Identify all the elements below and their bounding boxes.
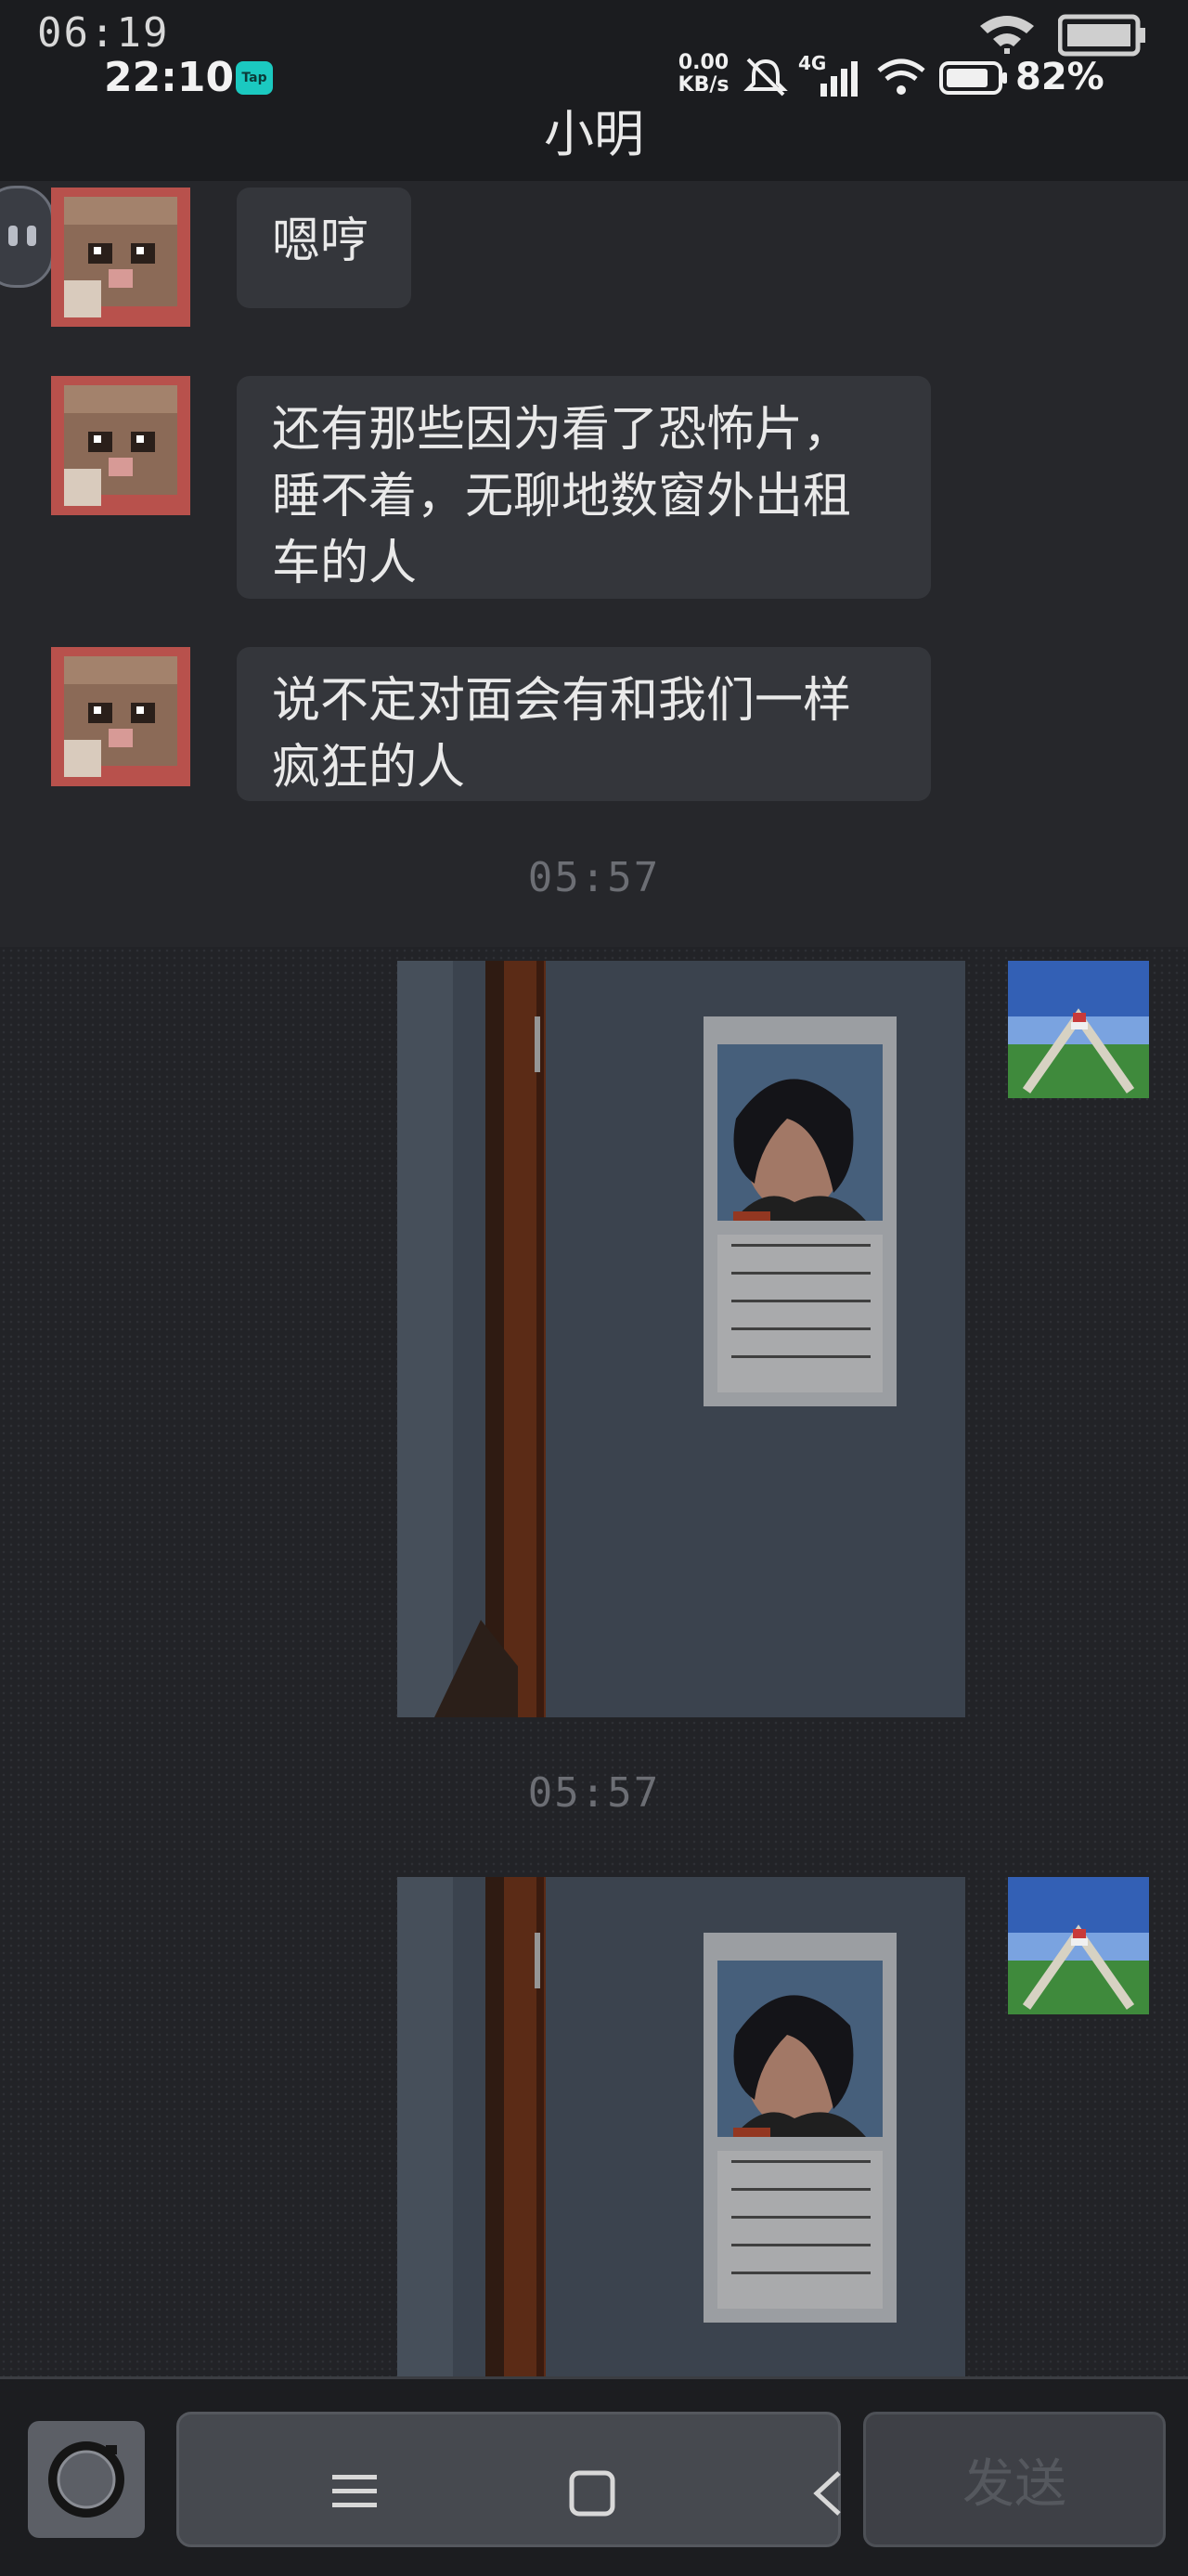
tap-app-icon: Tap bbox=[236, 61, 273, 95]
camera-icon bbox=[48, 2441, 124, 2518]
incoming-message: 还有那些因为看了恐怖片，睡不着，无聊地数窗外出租车的人 bbox=[237, 376, 931, 599]
network-speed: 0.00 KB/s bbox=[678, 51, 730, 97]
contact-avatar[interactable] bbox=[51, 647, 190, 786]
back-icon[interactable] bbox=[809, 2469, 846, 2518]
game-battery-icon bbox=[1058, 14, 1145, 57]
message-input[interactable] bbox=[176, 2412, 841, 2547]
timestamp: 05:57 bbox=[527, 1769, 661, 1817]
contact-avatar[interactable] bbox=[51, 188, 190, 327]
my-avatar[interactable] bbox=[1008, 961, 1149, 1098]
wifi-icon bbox=[877, 58, 925, 95]
sent-photo[interactable] bbox=[397, 961, 965, 1717]
my-avatar[interactable] bbox=[1008, 1877, 1149, 2014]
incoming-message: 说不定对面会有和我们一样疯狂的人 bbox=[237, 647, 931, 801]
camera-button[interactable] bbox=[28, 2421, 145, 2538]
incoming-message: 嗯哼 bbox=[237, 188, 411, 308]
battery-icon bbox=[939, 61, 1007, 95]
sent-photo[interactable] bbox=[397, 1877, 965, 2376]
game-wifi-icon bbox=[980, 16, 1034, 54]
home-icon[interactable] bbox=[568, 2469, 616, 2518]
timestamp: 05:57 bbox=[527, 854, 661, 901]
contact-avatar[interactable] bbox=[51, 376, 190, 515]
assistant-icon[interactable] bbox=[0, 186, 54, 288]
menu-icon[interactable] bbox=[330, 2469, 379, 2514]
game-clock: 06:19 bbox=[37, 9, 170, 57]
chat-title: 小明 bbox=[544, 105, 644, 163]
send-button[interactable]: 发送 bbox=[863, 2412, 1166, 2547]
